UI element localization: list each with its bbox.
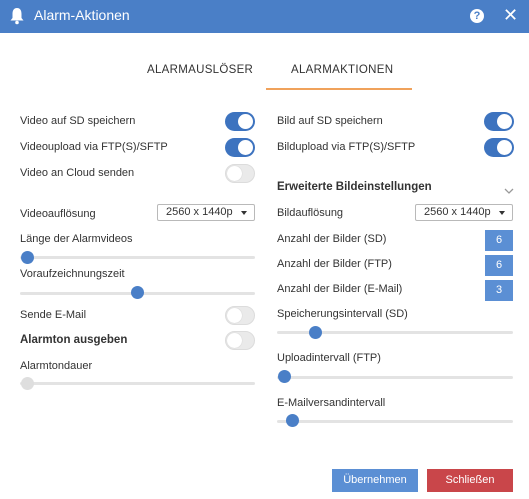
count-email-label: Anzahl der Bilder (E-Mail) <box>277 283 403 295</box>
tab-alarm-triggers[interactable]: ALARMAUSLÖSER <box>147 64 253 76</box>
image-sd-toggle[interactable] <box>484 112 514 131</box>
active-tab-indicator <box>266 88 412 90</box>
chevron-down-icon[interactable] <box>504 182 514 200</box>
apply-button[interactable]: Übernehmen <box>332 469 418 492</box>
help-icon[interactable]: ? <box>470 9 484 23</box>
count-ftp-value[interactable]: 6 <box>485 255 513 276</box>
dialog-title: Alarm-Aktionen <box>34 7 130 23</box>
video-ftp-toggle[interactable] <box>225 138 255 157</box>
close-button[interactable]: Schließen <box>427 469 513 492</box>
image-resolution-label: Bildauflösung <box>277 207 344 219</box>
mail-interval-track[interactable] <box>277 420 513 423</box>
video-length-label: Länge der Alarmvideos <box>20 233 133 245</box>
mail-interval-label: E-Mailversandintervall <box>277 397 386 409</box>
image-ftp-toggle[interactable] <box>484 138 514 157</box>
video-ftp-label: Videoupload via FTP(S)/SFTP <box>20 141 168 153</box>
caret-down-icon <box>499 211 505 215</box>
email-label: Sende E-Mail <box>20 309 87 321</box>
alarm-tone-toggle[interactable] <box>225 331 255 350</box>
video-cloud-toggle[interactable] <box>225 164 255 183</box>
email-toggle[interactable] <box>225 306 255 325</box>
image-ftp-label: Bildupload via FTP(S)/SFTP <box>277 141 416 153</box>
count-email-value[interactable]: 3 <box>485 280 513 301</box>
image-resolution-select[interactable]: 2560 x 1440p <box>415 204 513 221</box>
video-length-track[interactable] <box>20 256 255 259</box>
alarm-tone-label: Alarmton ausgeben <box>20 334 128 346</box>
upload-interval-track[interactable] <box>277 376 513 379</box>
close-icon[interactable]: ✕ <box>503 4 518 26</box>
tab-alarm-actions[interactable]: ALARMAKTIONEN <box>291 64 393 76</box>
caret-down-icon <box>241 211 247 215</box>
count-ftp-label: Anzahl der Bilder (FTP) <box>277 258 392 270</box>
video-cloud-label: Video an Cloud senden <box>20 167 135 179</box>
save-interval-slider[interactable] <box>309 326 322 339</box>
save-interval-label: Speicherungsintervall (SD) <box>277 308 408 320</box>
count-sd-value[interactable]: 6 <box>485 230 513 251</box>
upload-interval-label: Uploadintervall (FTP) <box>277 352 381 364</box>
dialog-titlebar: Alarm-Aktionen ? ✕ <box>0 0 529 33</box>
video-sd-label: Video auf SD speichern <box>20 115 136 127</box>
video-resolution-select[interactable]: 2560 x 1440p <box>157 204 255 221</box>
video-length-slider[interactable] <box>21 251 34 264</box>
advanced-settings-heading[interactable]: Erweiterte Bildeinstellungen <box>277 181 432 193</box>
prerecord-slider[interactable] <box>131 286 144 299</box>
tone-duration-track[interactable] <box>20 382 255 385</box>
upload-interval-slider[interactable] <box>278 370 291 383</box>
count-sd-label: Anzahl der Bilder (SD) <box>277 233 387 245</box>
image-sd-label: Bild auf SD speichern <box>277 115 383 127</box>
video-resolution-label: Videoauflösung <box>20 208 96 220</box>
prerecord-label: Voraufzeichnungszeit <box>20 268 125 280</box>
mail-interval-slider[interactable] <box>286 414 299 427</box>
bell-icon <box>9 7 25 30</box>
tone-duration-label: Alarmtondauer <box>20 360 93 372</box>
video-sd-toggle[interactable] <box>225 112 255 131</box>
tone-duration-slider[interactable] <box>21 377 34 390</box>
